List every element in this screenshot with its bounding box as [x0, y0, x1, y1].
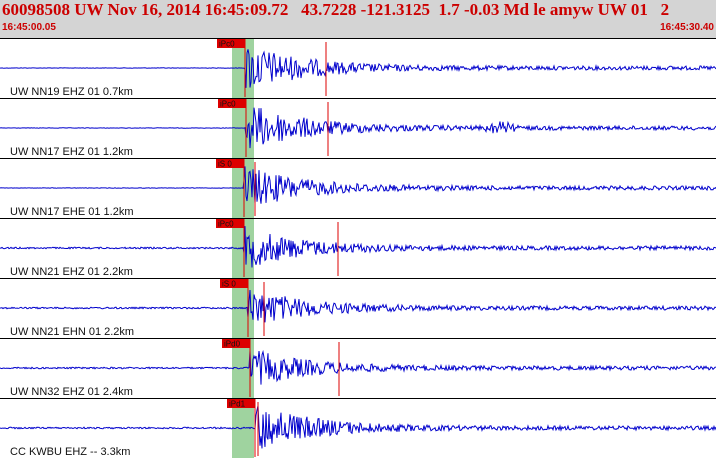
start-time: 16:45:00.05: [2, 22, 56, 33]
station-label: UW NN17 EHE 01 1.2km: [10, 206, 133, 218]
seismogram-panel: iPc0 UW NN19 EHZ 01 0.7km iPc0 UW NN17 EHZ …: [0, 38, 716, 458]
trace-row[interactable]: iS 0 UW NN17 EHE 01 1.2km: [0, 158, 716, 219]
trace-row[interactable]: iPc0 UW NN21 EHZ 01 2.2km: [0, 218, 716, 279]
pick-label: iPd0: [224, 340, 241, 349]
waveform: [0, 226, 716, 268]
waveform: [0, 289, 716, 323]
station-label: UW NN21 EHN 01 2.2km: [10, 326, 134, 338]
pick-label: iS 0: [222, 280, 236, 289]
station-label: UW NN17 EHZ 01 1.2km: [10, 146, 133, 158]
seismogram-svg: iPc0 UW NN19 EHZ 01 0.7km iPc0 UW NN17 EHZ …: [0, 38, 716, 458]
event-title: 60098508 UW Nov 16, 2014 16:45:09.72 43.…: [2, 0, 670, 19]
end-time: 16:45:30.40: [660, 22, 714, 33]
header-bar: 60098508 UW Nov 16, 2014 16:45:09.72 43.…: [0, 0, 716, 38]
station-label: UW NN19 EHZ 01 0.7km: [10, 86, 133, 98]
station-label: UW NN32 EHZ 01 2.4km: [10, 386, 133, 398]
pick-label: iS 0: [218, 160, 232, 169]
pick-label: iPd1: [229, 400, 246, 409]
waveform: [0, 166, 716, 204]
waveform: [0, 349, 716, 385]
waveform: [0, 405, 716, 449]
station-label: CC KWBU EHZ -- 3.3km: [10, 446, 130, 458]
station-label: UW NN21 EHZ 01 2.2km: [10, 266, 133, 278]
pick-label: iPc0: [220, 100, 236, 109]
waveform: [0, 107, 716, 149]
pick-label: iPc0: [218, 220, 234, 229]
trace-row[interactable]: iPd0 UW NN32 EHZ 01 2.4km: [0, 338, 716, 399]
pick-label: iPc0: [219, 40, 235, 49]
trace-row[interactable]: iPc0 UW NN17 EHZ 01 1.2km: [0, 98, 716, 159]
trace-row[interactable]: iPd1 CC KWBU EHZ -- 3.3km: [0, 398, 716, 458]
waveform: [0, 49, 716, 88]
trace-row[interactable]: iS 0 UW NN21 EHN 01 2.2km: [0, 278, 716, 339]
trace-row[interactable]: iPc0 UW NN19 EHZ 01 0.7km: [0, 38, 716, 99]
